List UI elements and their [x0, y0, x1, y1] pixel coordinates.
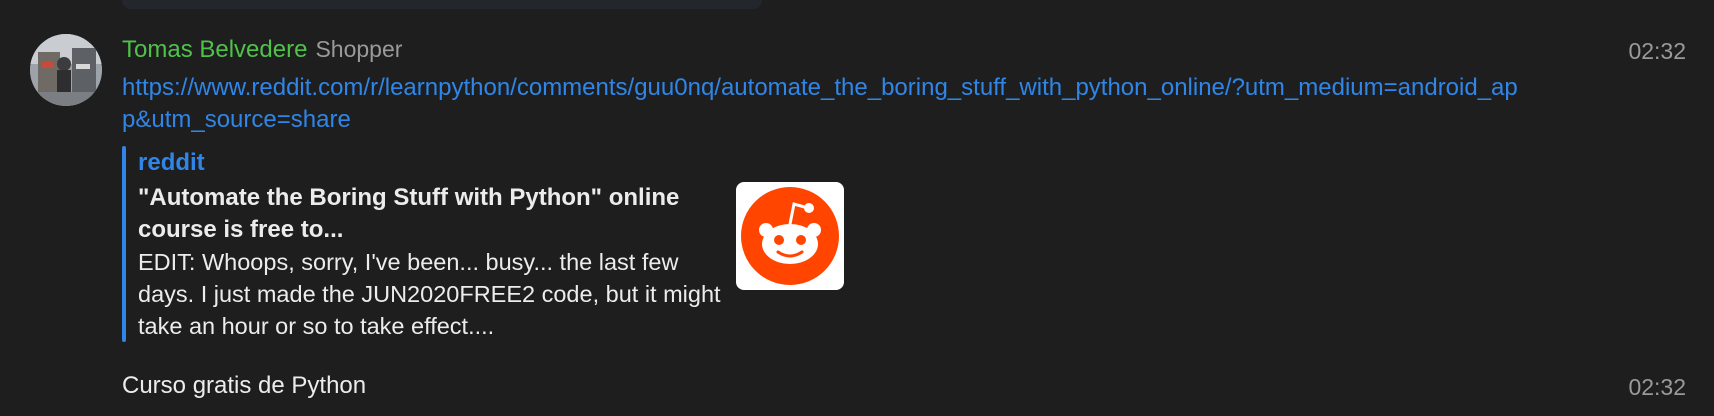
avatar-photo-icon — [30, 34, 102, 106]
message-timestamp: 02:32 — [1628, 38, 1686, 64]
link-preview[interactable]: reddit "Automate the Boring Stuff with P… — [122, 146, 852, 342]
avatar[interactable] — [30, 34, 102, 106]
preview-site-name: reddit — [138, 149, 205, 176]
reddit-logo-icon — [741, 187, 839, 285]
message-timestamp: 02:32 — [1628, 374, 1686, 400]
preview-title: "Automate the Boring Stuff with Python" … — [138, 184, 680, 243]
preview-accent-bar — [122, 146, 126, 342]
message-text: Curso gratis de Python — [122, 372, 367, 399]
preview-description: EDIT: Whoops, sorry, I've been... busy..… — [138, 249, 721, 339]
preview-thumbnail[interactable] — [736, 182, 844, 290]
sender-name[interactable]: Tomas Belvedere — [122, 36, 307, 64]
message-header: Tomas Belvedere Shopper — [122, 36, 402, 68]
previous-message-bubble — [122, 0, 762, 9]
sender-tag: Shopper — [315, 36, 403, 62]
message-link[interactable]: https://www.reddit.com/r/learnpython/com… — [122, 72, 1522, 136]
